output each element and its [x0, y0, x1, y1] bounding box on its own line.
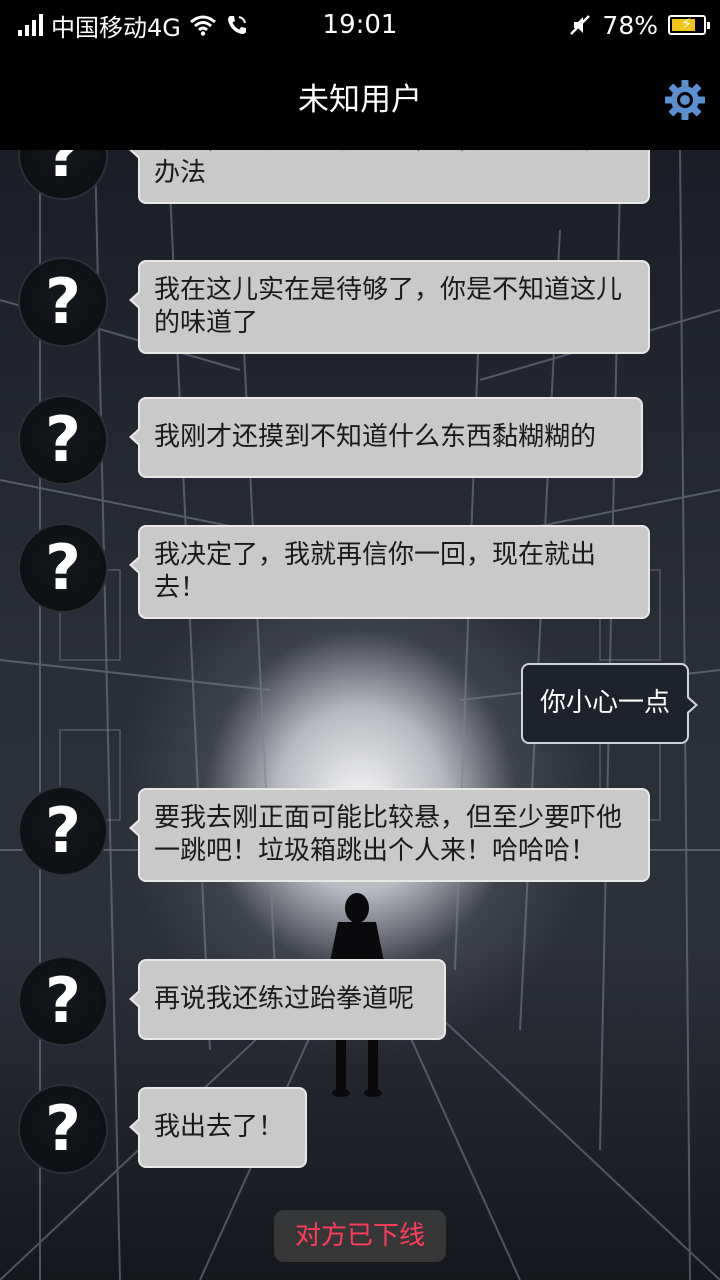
- chat-area[interactable]: ? 不过，你说的也有道理，我现在也没什么办法 ? 我在这儿实在是待够了，你是不知…: [0, 150, 720, 1280]
- unknown-user-avatar[interactable]: ?: [18, 150, 108, 200]
- message-row: ? 我在这儿实在是待够了，你是不知道这儿的味道了: [0, 257, 720, 357]
- incoming-message-bubble: 我决定了，我就再信你一回，现在就出去！: [129, 525, 650, 619]
- battery-percent: 78%: [602, 10, 658, 40]
- message-row: ? 不过，你说的也有道理，我现在也没什么办法: [0, 150, 720, 220]
- status-bar: 中国移动4G 19:01 78% ⚡: [0, 0, 720, 50]
- outgoing-message-bubble: 你小心一点: [521, 663, 698, 744]
- unknown-user-avatar[interactable]: ?: [18, 257, 108, 347]
- message-row: ? 要我去刚正面可能比较悬，但至少要吓他一跳吧！垃圾箱跳出个人来！哈哈哈！: [0, 786, 720, 918]
- incoming-message-bubble: 我在这儿实在是待够了，你是不知道这儿的味道了: [129, 260, 650, 354]
- incoming-message-bubble: 不过，你说的也有道理，我现在也没什么办法: [129, 150, 650, 204]
- message-row: ? 我出去了！: [0, 1084, 720, 1174]
- message-row: ? 再说我还练过跆拳道呢: [0, 956, 720, 1046]
- gear-icon[interactable]: [664, 79, 706, 121]
- incoming-message-bubble: 要我去刚正面可能比较悬，但至少要吓他一跳吧！垃圾箱跳出个人来！哈哈哈！: [129, 788, 650, 882]
- mute-icon: [570, 15, 591, 35]
- unknown-user-avatar[interactable]: ?: [18, 956, 108, 1046]
- message-row: 你小心一点: [0, 663, 720, 749]
- unknown-user-avatar[interactable]: ?: [18, 523, 108, 613]
- incoming-message-bubble: 我刚才还摸到不知道什么东西黏糊糊的: [129, 397, 643, 478]
- incoming-message-bubble: 我出去了！: [129, 1087, 307, 1168]
- incoming-message-bubble: 再说我还练过跆拳道呢: [129, 959, 446, 1040]
- unknown-user-avatar[interactable]: ?: [18, 395, 108, 485]
- status-right: 78% ⚡: [568, 0, 710, 50]
- offline-notice: 对方已下线: [274, 1210, 446, 1262]
- unknown-user-avatar[interactable]: ?: [18, 1084, 108, 1174]
- message-row: ? 我决定了，我就再信你一回，现在就出去！: [0, 523, 720, 623]
- page-title: 未知用户: [298, 82, 422, 118]
- message-row: ? 我刚才还摸到不知道什么东西黏糊糊的: [0, 395, 720, 485]
- battery-charging-icon: ⚡: [668, 14, 710, 35]
- unknown-user-avatar[interactable]: ?: [18, 786, 108, 876]
- title-bar: 未知用户: [0, 50, 720, 150]
